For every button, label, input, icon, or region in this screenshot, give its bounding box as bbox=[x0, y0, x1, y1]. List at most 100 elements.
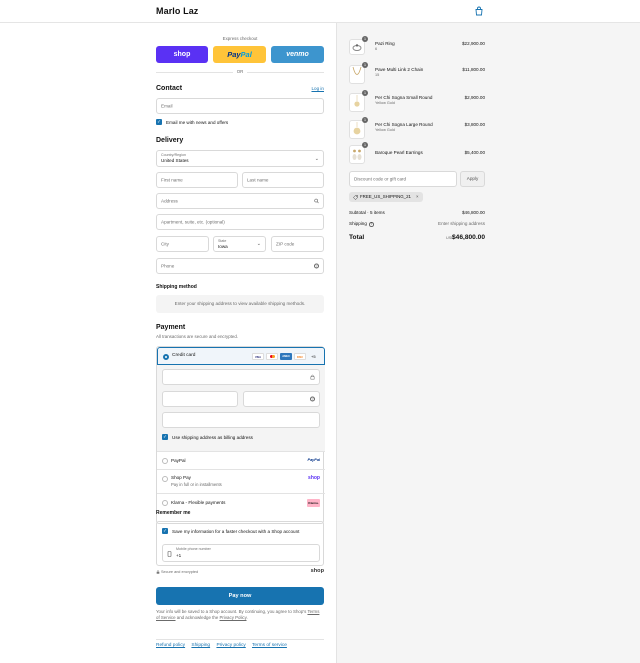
refund-policy-link[interactable]: Refund policy bbox=[156, 643, 185, 648]
item-name: Pazi Ring bbox=[375, 41, 395, 46]
shopping-bag-icon[interactable] bbox=[474, 6, 484, 16]
paypal-option[interactable]: PayPal PayPal bbox=[157, 451, 325, 469]
save-info-checkbox[interactable]: ✓ bbox=[162, 528, 168, 534]
card-number-field[interactable] bbox=[162, 369, 320, 385]
login-link[interactable]: Log in bbox=[311, 86, 324, 91]
item-variant: Yellow Gold bbox=[375, 128, 395, 132]
quantity-badge: 1 bbox=[362, 62, 368, 68]
header: Marlo Laz bbox=[0, 0, 640, 23]
shipping-method-heading: Shipping method bbox=[156, 284, 197, 290]
venmo-button[interactable]: venmo bbox=[271, 46, 324, 63]
billing-address-checkbox[interactable]: ✓ bbox=[162, 434, 168, 440]
discount-code-text: FREE_US_SHIPPING_21 bbox=[360, 194, 412, 199]
item-name: Baroque Pearl Earrings bbox=[375, 150, 423, 155]
mobile-phone-label: Mobile phone number bbox=[176, 547, 211, 551]
shipping-link[interactable]: Shipping bbox=[191, 643, 210, 648]
shop-pay-radio[interactable] bbox=[162, 476, 168, 482]
store-name[interactable]: Marlo Laz bbox=[156, 6, 198, 16]
shop-pay-button[interactable]: shop bbox=[156, 46, 208, 63]
secure-text: Secure and encrypted bbox=[161, 570, 199, 574]
phone-field[interactable]: Phone ? bbox=[156, 258, 324, 274]
chevron-down-icon: ⌄ bbox=[256, 241, 261, 247]
city-field[interactable]: City bbox=[156, 236, 209, 252]
help-icon[interactable]: ? bbox=[369, 222, 374, 227]
payment-heading: Payment bbox=[156, 324, 186, 331]
mastercard-logo bbox=[266, 353, 278, 360]
subtotal-label: Subtotal · 5 items bbox=[349, 210, 385, 215]
credit-card-radio[interactable] bbox=[163, 354, 169, 360]
card-details-area: ? ✓ Use shipping address as billing addr… bbox=[157, 365, 325, 451]
address-field[interactable]: Address bbox=[156, 193, 324, 209]
klarna-option[interactable]: Klarna - Flexible payments Klarna. bbox=[157, 493, 325, 511]
shop-pay-label: shop bbox=[173, 51, 191, 58]
privacy-policy-link[interactable]: Privacy policy bbox=[216, 643, 245, 648]
mobile-phone-value: +1 bbox=[176, 553, 182, 558]
discount-placeholder: Discount code or gift card bbox=[354, 176, 407, 182]
shipping-label: Shipping bbox=[349, 221, 367, 226]
ring-image-icon bbox=[352, 44, 362, 51]
item-name: Pave Multi Link 2 Chain bbox=[375, 67, 424, 72]
shipping-value: Enter shipping address bbox=[438, 221, 485, 226]
lock-icon bbox=[156, 570, 160, 574]
last-name-field[interactable]: Last name bbox=[242, 172, 324, 188]
country-select[interactable]: Country/Region United States ⌄ bbox=[156, 150, 324, 167]
discover-logo: DISC bbox=[294, 353, 306, 360]
first-name-field[interactable]: First name bbox=[156, 172, 238, 188]
country-label: Country/Region bbox=[161, 153, 186, 157]
help-icon[interactable]: ? bbox=[314, 263, 319, 269]
terms-of-service-link[interactable]: Terms of service bbox=[252, 643, 287, 648]
phone-placeholder: Phone bbox=[161, 263, 175, 269]
credit-card-option[interactable]: Credit card VISA AMEX DISC +5 bbox=[157, 347, 325, 365]
zip-field[interactable]: ZIP code bbox=[271, 236, 324, 252]
state-select[interactable]: State Iowa ⌄ bbox=[213, 236, 266, 252]
security-code-field[interactable]: ? bbox=[243, 391, 320, 407]
delivery-heading: Delivery bbox=[156, 137, 184, 144]
remember-me-heading: Remember me bbox=[156, 510, 191, 516]
city-placeholder: City bbox=[161, 241, 169, 247]
mobile-phone-field[interactable]: Mobile phone number +1 bbox=[162, 544, 320, 562]
news-checkbox[interactable]: ✓ bbox=[156, 119, 162, 125]
product-thumbnail bbox=[349, 120, 365, 139]
subtotal-value: $46,800.00 bbox=[462, 210, 485, 215]
tag-icon bbox=[353, 194, 358, 200]
apartment-placeholder: Apartment, suite, etc. (optional) bbox=[161, 219, 225, 225]
apartment-field[interactable]: Apartment, suite, etc. (optional) bbox=[156, 214, 324, 230]
mastercard-circles bbox=[271, 355, 275, 358]
legal-text-1: Your info will be saved to a Shop accoun… bbox=[156, 609, 307, 614]
payment-subtitle: All transactions are secure and encrypte… bbox=[156, 334, 239, 339]
credit-card-label: Credit card bbox=[172, 353, 196, 358]
footer-links: Refund policy Shipping Privacy policy Te… bbox=[156, 643, 292, 648]
email-field[interactable]: Email bbox=[156, 98, 324, 114]
klarna-radio[interactable] bbox=[162, 500, 168, 506]
shop-pay-option[interactable]: Shop Pay Pay in full or in installments … bbox=[157, 469, 325, 493]
earrings-image-icon bbox=[352, 149, 362, 160]
contact-heading: Contact bbox=[156, 85, 183, 92]
item-price: $11,800.00 bbox=[462, 67, 485, 72]
or-divider-text: OR bbox=[233, 69, 247, 74]
item-price: $3,800.00 bbox=[464, 122, 485, 127]
help-icon[interactable]: ? bbox=[310, 396, 315, 402]
shop-privacy-link[interactable]: Privacy Policy bbox=[220, 615, 247, 620]
state-label: State bbox=[218, 239, 227, 243]
state-value: Iowa bbox=[218, 244, 228, 249]
shop-logo: shop bbox=[310, 568, 324, 574]
expiration-field[interactable] bbox=[162, 391, 238, 407]
payment-methods: Credit card VISA AMEX DISC +5 ? ✓ Use sh… bbox=[156, 346, 325, 524]
name-on-card-field[interactable] bbox=[162, 412, 320, 428]
more-cards-count: +5 bbox=[311, 354, 316, 359]
quantity-badge: 1 bbox=[362, 90, 368, 96]
pay-now-button[interactable]: Pay now bbox=[156, 587, 324, 605]
quantity-badge: 1 bbox=[362, 117, 368, 123]
discount-code-field[interactable]: Discount code or gift card bbox=[349, 171, 457, 187]
apply-button[interactable]: Apply bbox=[460, 171, 485, 187]
billing-address-label: Use shipping address as billing address bbox=[172, 435, 253, 440]
shipping-row: Shipping ? Enter shipping address bbox=[349, 221, 485, 227]
remove-discount-icon[interactable]: × bbox=[416, 192, 419, 202]
legal-text-3: . bbox=[246, 615, 248, 620]
shop-pay-logo: shop bbox=[308, 475, 320, 481]
paypal-radio[interactable] bbox=[162, 458, 168, 464]
paypal-label-pal: Pal bbox=[240, 50, 252, 59]
cart-item: 1 Per Chi Sogna Large Round Yellow Gold … bbox=[349, 117, 485, 140]
paypal-button[interactable]: Pay Pal bbox=[213, 46, 266, 63]
news-checkbox-label: Email me with news and offers bbox=[166, 120, 229, 125]
